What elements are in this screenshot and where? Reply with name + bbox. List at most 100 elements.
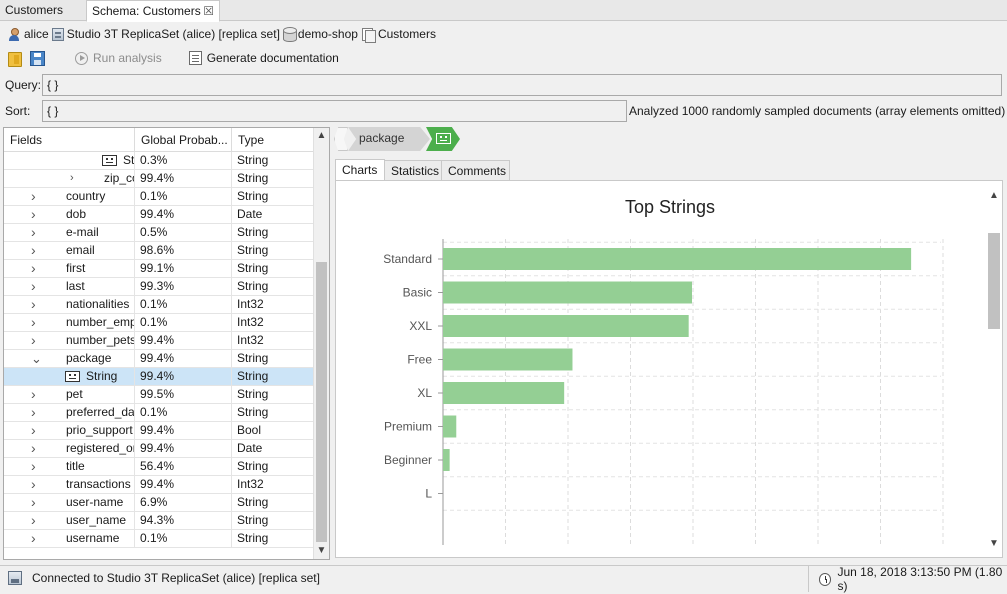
field-name-cell: › zip_co [4, 170, 135, 188]
field-name-cell: › number_pets [4, 332, 135, 350]
table-row[interactable]: › user_name 94.3% String [4, 512, 314, 530]
chevron-down-icon[interactable]: ⌄ [31, 350, 42, 368]
field-name: package [66, 351, 112, 365]
field-name-cell: › first [4, 260, 135, 278]
tab-schema-customers[interactable]: Schema: Customers ☒ [86, 0, 220, 22]
table-row[interactable]: › number_emp 0.1% Int32 [4, 314, 314, 332]
chevron-right-icon[interactable]: › [70, 170, 80, 188]
save-icon[interactable] [30, 50, 45, 66]
chevron-right-icon[interactable]: › [31, 476, 41, 494]
bar [443, 248, 912, 270]
chevron-right-icon[interactable]: › [31, 422, 41, 440]
table-row[interactable]: › prio_support 99.4% Bool [4, 422, 314, 440]
table-row[interactable]: › transactions 99.4% Int32 [4, 476, 314, 494]
chevron-right-icon[interactable]: › [31, 242, 41, 260]
status-bar: Connected to Studio 3T ReplicaSet (alice… [0, 565, 1007, 593]
table-row[interactable]: › user-name 6.9% String [4, 494, 314, 512]
chevron-right-icon[interactable]: › [31, 530, 41, 548]
field-name-cell: › user_name [4, 512, 135, 530]
chevron-right-icon[interactable]: › [31, 260, 41, 278]
scrollbar-thumb[interactable] [988, 233, 1000, 329]
breadcrumb-root[interactable] [334, 127, 348, 151]
table-header: Fields Global Probab... Type [4, 128, 314, 152]
field-name: number_pets [66, 333, 135, 347]
field-name: St [123, 153, 135, 167]
field-probability: 0.1% [135, 296, 232, 314]
field-name-cell: › nationalities [4, 296, 135, 314]
table-row[interactable]: › pet 99.5% String [4, 386, 314, 404]
table-row[interactable]: › username 0.1% String [4, 530, 314, 548]
field-type: Int32 [237, 297, 264, 311]
open-folder-icon[interactable] [8, 51, 22, 67]
table-row[interactable]: › registered_or 99.4% Date [4, 440, 314, 458]
column-header-probability[interactable]: Global Probab... [135, 128, 232, 152]
chevron-right-icon[interactable]: › [31, 332, 41, 350]
field-name-cell: › number_emp [4, 314, 135, 332]
query-input[interactable]: { } [42, 74, 1002, 96]
run-analysis-button[interactable]: Run analysis [75, 47, 162, 69]
breadcrumb-segment-current[interactable] [426, 127, 460, 151]
tab-charts[interactable]: Charts [335, 159, 385, 181]
table-row[interactable]: › zip_co99.4% String [4, 170, 314, 188]
close-icon[interactable]: ☒ [203, 1, 214, 21]
category-label: Beginner [384, 453, 432, 467]
query-row: Query: { } [0, 74, 1007, 96]
chevron-right-icon[interactable]: › [31, 386, 41, 404]
chevron-right-icon[interactable]: › [31, 512, 41, 530]
field-probability: 0.1% [135, 530, 232, 548]
scroll-up-icon[interactable]: ▲ [986, 189, 1002, 203]
scroll-down-icon[interactable]: ▼ [986, 537, 1002, 551]
tab-customers[interactable]: Customers [0, 0, 86, 21]
chart-scrollbar[interactable]: ▲ ▼ [986, 189, 1002, 551]
table-row[interactable]: ⌄ package 99.4% String [4, 350, 314, 368]
field-type: Date [237, 441, 263, 455]
table-row[interactable]: › first 99.1% String [4, 260, 314, 278]
breadcrumb-database[interactable]: demo-shop [282, 27, 358, 42]
table-row[interactable]: › title 56.4% String [4, 458, 314, 476]
chevron-right-icon[interactable]: › [31, 206, 41, 224]
sort-input[interactable]: { } [42, 100, 627, 122]
table-row[interactable]: › preferred_dat 0.1% String [4, 404, 314, 422]
table-row[interactable]: St 0.3% String [4, 152, 314, 170]
table-row[interactable]: › email 98.6% String [4, 242, 314, 260]
scrollbar-thumb[interactable] [316, 262, 327, 542]
chevron-right-icon[interactable]: › [31, 314, 41, 332]
chevron-right-icon[interactable]: › [31, 404, 41, 422]
table-row[interactable]: › number_pets 99.4% Int32 [4, 332, 314, 350]
field-probability: 99.4% [135, 206, 232, 224]
table-row[interactable]: › dob 99.4% Date [4, 206, 314, 224]
table-row[interactable]: › last 99.3% String [4, 278, 314, 296]
chevron-right-icon[interactable]: › [31, 224, 41, 242]
column-header-type[interactable]: Type [232, 128, 314, 152]
table-row[interactable]: › e-mail 0.5% String [4, 224, 314, 242]
field-name: title [66, 459, 85, 473]
chevron-right-icon[interactable]: › [31, 188, 41, 206]
generate-documentation-button[interactable]: Generate documentation [188, 47, 339, 69]
scroll-down-icon[interactable]: ▼ [314, 543, 329, 559]
document-icon [188, 51, 202, 65]
user-icon [7, 27, 21, 41]
tab-comments[interactable]: Comments [441, 160, 510, 181]
chevron-right-icon[interactable]: › [31, 440, 41, 458]
breadcrumb-collection[interactable]: Customers [361, 27, 436, 43]
fields-scrollbar[interactable]: ▲ ▼ [313, 128, 329, 559]
field-type: String [237, 369, 269, 383]
table-row[interactable]: › nationalities 0.1% Int32 [4, 296, 314, 314]
chevron-right-icon[interactable]: › [31, 296, 41, 314]
breadcrumb-user[interactable]: alice [7, 27, 49, 41]
breadcrumb-connection[interactable]: Studio 3T ReplicaSet (alice) [replica se… [51, 27, 280, 41]
tab-statistics[interactable]: Statistics [384, 160, 442, 181]
field-name: registered_or [66, 441, 135, 455]
breadcrumb-segment-package[interactable]: package [348, 127, 430, 151]
editor-tab-bar: Customers Schema: Customers ☒ [0, 0, 1007, 22]
chevron-right-icon[interactable]: › [31, 494, 41, 512]
category-label: Standard [383, 252, 432, 266]
table-row[interactable]: › country 0.1% String [4, 188, 314, 206]
chevron-right-icon[interactable]: › [31, 278, 41, 296]
column-header-fields[interactable]: Fields [4, 128, 135, 152]
field-name-cell: String [4, 368, 135, 386]
scroll-up-icon[interactable]: ▲ [314, 128, 329, 144]
field-probability: 99.5% [135, 386, 232, 404]
table-row[interactable]: String 99.4% String [4, 368, 314, 386]
chevron-right-icon[interactable]: › [31, 458, 41, 476]
